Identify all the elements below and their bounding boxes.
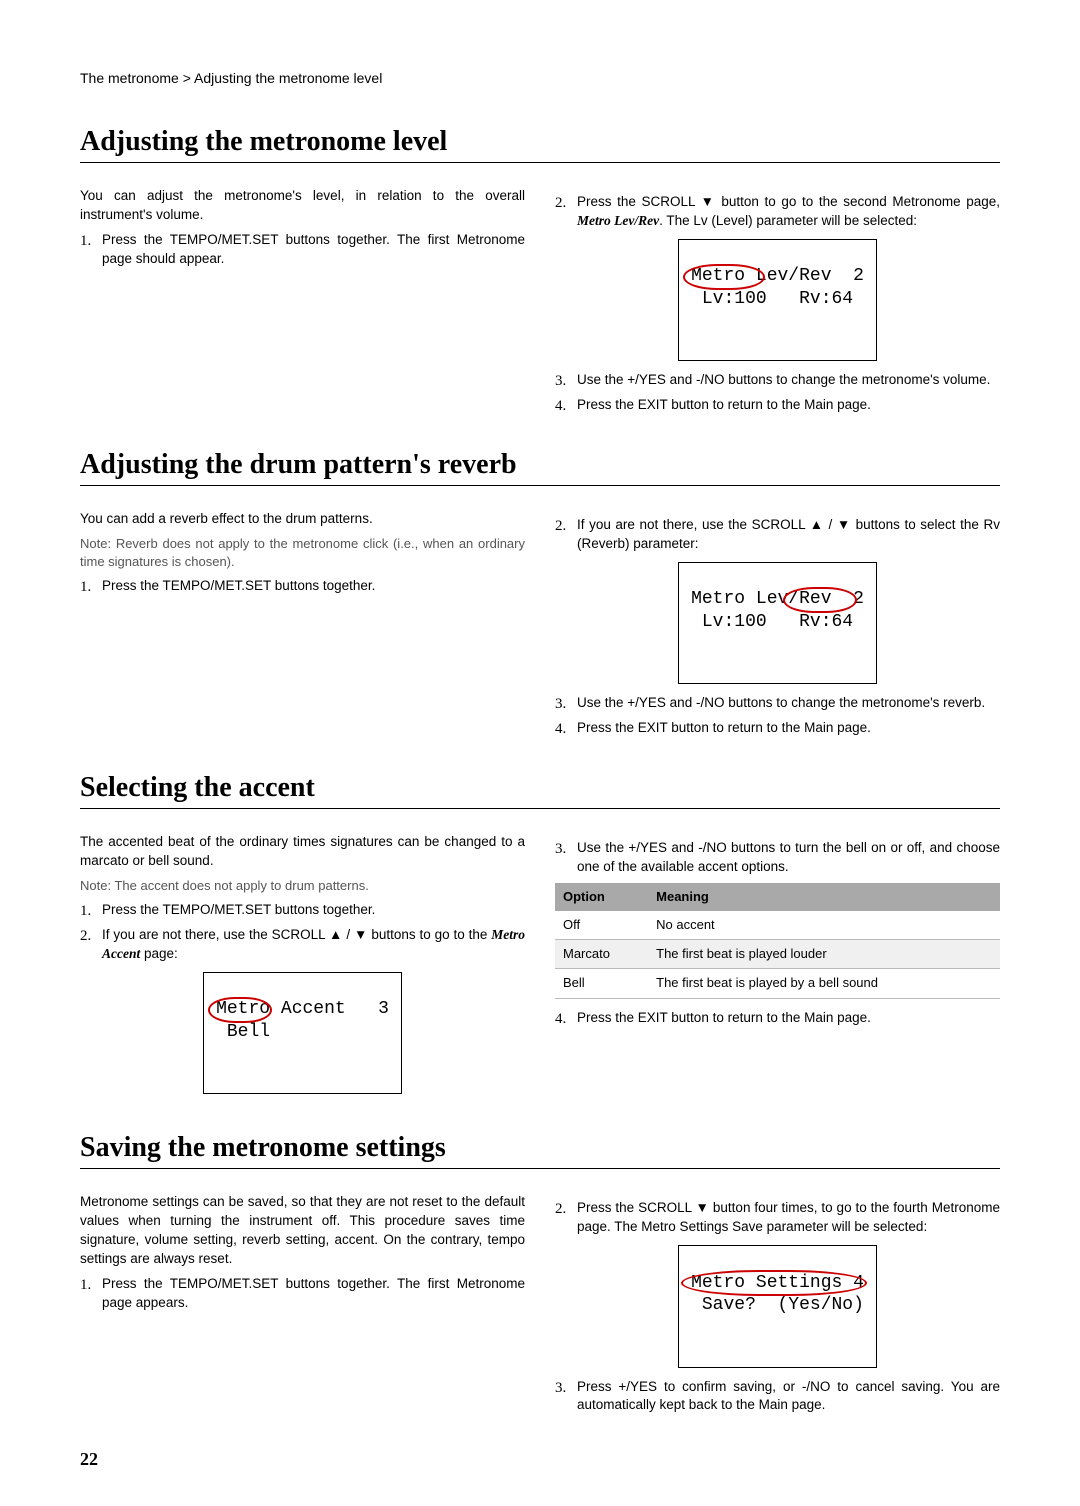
section-body: The accented beat of the ordinary times …	[80, 833, 1000, 1104]
right-col: Press the SCROLL ▼ button four times, to…	[555, 1193, 1000, 1421]
intro-text: Metronome settings can be saved, so that…	[80, 1193, 525, 1269]
scroll-up-icon: ▲	[329, 927, 342, 942]
section-body: Metronome settings can be saved, so that…	[80, 1193, 1000, 1421]
lcd-screen: Metro Settings 4 Save? (Yes/No)	[678, 1245, 877, 1368]
table-header-row: Option Meaning	[555, 883, 1000, 911]
lcd-line: Lv:100 Rv:64	[691, 612, 853, 632]
text: If you are not there, use the SCROLL	[577, 517, 810, 532]
text: If you are not there, use the SCROLL	[102, 927, 329, 942]
step: If you are not there, use the SCROLL ▲ /…	[80, 926, 525, 964]
lcd-screen: Metro Lev/Rev 2 Lv:100 Rv:64	[678, 562, 877, 685]
intro-text: You can adjust the metronome's level, in…	[80, 187, 525, 225]
step: Press the EXIT button to return to the M…	[555, 719, 1000, 738]
scroll-down-icon: ▼	[837, 517, 851, 532]
lcd-display: Metro Accent 3 Bell	[80, 972, 525, 1095]
step: Press the TEMPO/MET.SET buttons together…	[80, 231, 525, 269]
cell-option: Bell	[555, 969, 648, 998]
step-list: Use the +/YES and -/NO buttons to turn t…	[555, 839, 1000, 877]
heading-accent: Selecting the accent	[80, 772, 1000, 809]
lcd-line: Bell	[216, 1022, 270, 1042]
text: . The Lv (Level) parameter will be selec…	[659, 213, 917, 228]
section-body: You can add a reverb effect to the drum …	[80, 510, 1000, 744]
text: page:	[140, 946, 178, 961]
right-col: Use the +/YES and -/NO buttons to turn t…	[555, 833, 1000, 1104]
scroll-down-icon: ▼	[696, 1200, 710, 1215]
step: Use the +/YES and -/NO buttons to change…	[555, 694, 1000, 713]
lcd-line: Metro Lev/Rev 2	[691, 266, 864, 286]
step: Use the +/YES and -/NO buttons to turn t…	[555, 839, 1000, 877]
cell-meaning: The first beat is played by a bell sound	[648, 969, 1000, 998]
step: Press the TEMPO/MET.SET buttons together…	[80, 901, 525, 920]
lcd-display: Metro Lev/Rev 2 Lv:100 Rv:64	[555, 562, 1000, 685]
step-list: Press the TEMPO/MET.SET buttons together…	[80, 231, 525, 269]
note-text: Note: Reverb does not apply to the metro…	[80, 535, 525, 571]
table-row: Marcato The first beat is played louder	[555, 940, 1000, 969]
lcd-line: Save? (Yes/No)	[691, 1295, 864, 1315]
section-body: You can adjust the metronome's level, in…	[80, 187, 1000, 421]
text: button to go to the second Metronome pag…	[716, 194, 1000, 209]
text: buttons to go to the	[367, 927, 491, 942]
step: Press the SCROLL ▼ button to go to the s…	[555, 193, 1000, 231]
step-list: Use the +/YES and -/NO buttons to change…	[555, 694, 1000, 738]
cell-option: Marcato	[555, 940, 648, 969]
text: Press the SCROLL	[577, 1200, 696, 1215]
text: Press the SCROLL	[577, 194, 701, 209]
lcd-line: Metro Accent 3	[216, 999, 389, 1019]
lcd-line: Metro Lev/Rev 2	[691, 589, 864, 609]
left-col: You can add a reverb effect to the drum …	[80, 510, 525, 744]
breadcrumb: The metronome > Adjusting the metronome …	[80, 70, 1000, 86]
intro-text: The accented beat of the ordinary times …	[80, 833, 525, 871]
step-list: Press the TEMPO/MET.SET buttons together…	[80, 577, 525, 596]
step-list: If you are not there, use the SCROLL ▲ /…	[555, 516, 1000, 554]
step-list: Press the SCROLL ▼ button to go to the s…	[555, 193, 1000, 231]
lcd-display: Metro Settings 4 Save? (Yes/No)	[555, 1245, 1000, 1368]
heading-level: Adjusting the metronome level	[80, 126, 1000, 163]
step: If you are not there, use the SCROLL ▲ /…	[555, 516, 1000, 554]
table-row: Bell The first beat is played by a bell …	[555, 969, 1000, 998]
text: /	[343, 927, 354, 942]
intro-text: You can add a reverb effect to the drum …	[80, 510, 525, 529]
table-row: Off No accent	[555, 911, 1000, 940]
text: /	[824, 517, 837, 532]
page-ref: Metro Lev/Rev	[577, 213, 659, 228]
left-col: You can adjust the metronome's level, in…	[80, 187, 525, 421]
right-col: If you are not there, use the SCROLL ▲ /…	[555, 510, 1000, 744]
step: Press the EXIT button to return to the M…	[555, 396, 1000, 415]
step-list: Use the +/YES and -/NO buttons to change…	[555, 371, 1000, 415]
scroll-up-icon: ▲	[810, 517, 824, 532]
lcd-display: Metro Lev/Rev 2 Lv:100 Rv:64	[555, 239, 1000, 362]
page: The metronome > Adjusting the metronome …	[0, 0, 1080, 1506]
cell-meaning: No accent	[648, 911, 1000, 940]
step: Use the +/YES and -/NO buttons to change…	[555, 371, 1000, 390]
right-col: Press the SCROLL ▼ button to go to the s…	[555, 187, 1000, 421]
scroll-down-icon: ▼	[701, 194, 716, 209]
step-list: Press the SCROLL ▼ button four times, to…	[555, 1199, 1000, 1237]
step-list: Press the EXIT button to return to the M…	[555, 1009, 1000, 1028]
step-list: Press +/YES to confirm saving, or -/NO t…	[555, 1378, 1000, 1416]
step: Press the SCROLL ▼ button four times, to…	[555, 1199, 1000, 1237]
lcd-screen: Metro Accent 3 Bell	[203, 972, 402, 1095]
step-list: Press the TEMPO/MET.SET buttons together…	[80, 901, 525, 964]
lcd-line: Metro Settings 4	[691, 1273, 864, 1293]
scroll-down-icon: ▼	[354, 927, 367, 942]
page-number: 22	[80, 1449, 98, 1470]
cell-option: Off	[555, 911, 648, 940]
step-list: Press the TEMPO/MET.SET buttons together…	[80, 1275, 525, 1313]
left-col: Metronome settings can be saved, so that…	[80, 1193, 525, 1421]
heading-saving: Saving the metronome settings	[80, 1132, 1000, 1169]
note-text: Note: The accent does not apply to drum …	[80, 877, 525, 895]
step: Press +/YES to confirm saving, or -/NO t…	[555, 1378, 1000, 1416]
step: Press the EXIT button to return to the M…	[555, 1009, 1000, 1028]
lcd-line: Lv:100 Rv:64	[691, 289, 853, 309]
step: Press the TEMPO/MET.SET buttons together…	[80, 1275, 525, 1313]
step: Press the TEMPO/MET.SET buttons together…	[80, 577, 525, 596]
lcd-screen: Metro Lev/Rev 2 Lv:100 Rv:64	[678, 239, 877, 362]
cell-meaning: The first beat is played louder	[648, 940, 1000, 969]
heading-reverb: Adjusting the drum pattern's reverb	[80, 449, 1000, 486]
table-header: Meaning	[648, 883, 1000, 911]
table-header: Option	[555, 883, 648, 911]
left-col: The accented beat of the ordinary times …	[80, 833, 525, 1104]
accent-options-table: Option Meaning Off No accent Marcato The…	[555, 883, 1000, 999]
